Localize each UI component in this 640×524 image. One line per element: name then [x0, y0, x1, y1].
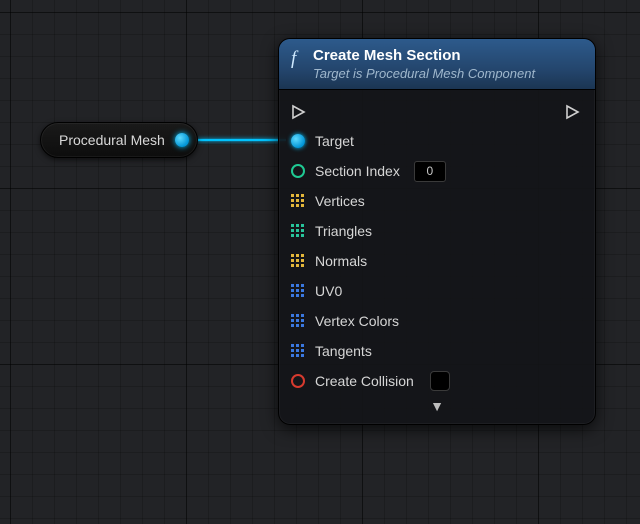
pin-row-triangles: Triangles	[291, 216, 583, 246]
pin-row-target: Target	[291, 126, 583, 156]
output-pin-object[interactable]	[175, 133, 189, 147]
pin-label: Normals	[315, 253, 367, 269]
input-pin-normals[interactable]	[291, 254, 305, 268]
chevron-down-icon: ▼	[430, 398, 444, 414]
pin-row-create-collision: Create Collision	[291, 366, 583, 396]
function-node-create-mesh-section[interactable]: f Create Mesh Section Target is Procedur…	[278, 38, 596, 425]
input-pin-section-index[interactable]	[291, 164, 305, 178]
input-pin-create-collision[interactable]	[291, 374, 305, 388]
input-pin-tangents[interactable]	[291, 344, 305, 358]
pin-label: UV0	[315, 283, 342, 299]
variable-node-procedural-mesh[interactable]: Procedural Mesh	[40, 122, 198, 158]
create-collision-checkbox[interactable]	[430, 371, 450, 391]
node-subtitle: Target is Procedural Mesh Component	[313, 66, 535, 82]
pin-row-vertex-colors: Vertex Colors	[291, 306, 583, 336]
input-pin-vertices[interactable]	[291, 194, 305, 208]
pin-label: Vertex Colors	[315, 313, 399, 329]
wire-proceduralmesh-to-target	[196, 134, 286, 146]
pin-label: Section Index	[315, 163, 400, 179]
pin-row-tangents: Tangents	[291, 336, 583, 366]
pin-row-normals: Normals	[291, 246, 583, 276]
pin-row-vertices: Vertices	[291, 186, 583, 216]
pin-label: Vertices	[315, 193, 365, 209]
exec-input-pin[interactable]	[291, 104, 307, 120]
pin-row-uv0: UV0	[291, 276, 583, 306]
node-title: Create Mesh Section	[313, 47, 535, 66]
blueprint-graph-canvas[interactable]: Procedural Mesh f Create Mesh Section Ta…	[0, 0, 640, 524]
pin-row-section-index: Section Index 0	[291, 156, 583, 186]
pin-label: Tangents	[315, 343, 372, 359]
pin-label: Create Collision	[315, 373, 414, 389]
variable-node-label: Procedural Mesh	[59, 132, 165, 148]
node-header[interactable]: f Create Mesh Section Target is Procedur…	[279, 39, 595, 90]
input-pin-triangles[interactable]	[291, 224, 305, 238]
pin-label: Triangles	[315, 223, 372, 239]
pin-label: Target	[315, 133, 354, 149]
input-pin-vertex-colors[interactable]	[291, 314, 305, 328]
exec-output-pin[interactable]	[565, 104, 581, 120]
function-icon: f	[291, 49, 305, 68]
input-pin-uv0[interactable]	[291, 284, 305, 298]
input-pin-target[interactable]	[291, 134, 305, 148]
section-index-field[interactable]: 0	[414, 161, 446, 182]
expand-node-button[interactable]: ▼	[291, 396, 583, 420]
node-body: Target Section Index 0 Vertices Triangle…	[279, 90, 595, 424]
